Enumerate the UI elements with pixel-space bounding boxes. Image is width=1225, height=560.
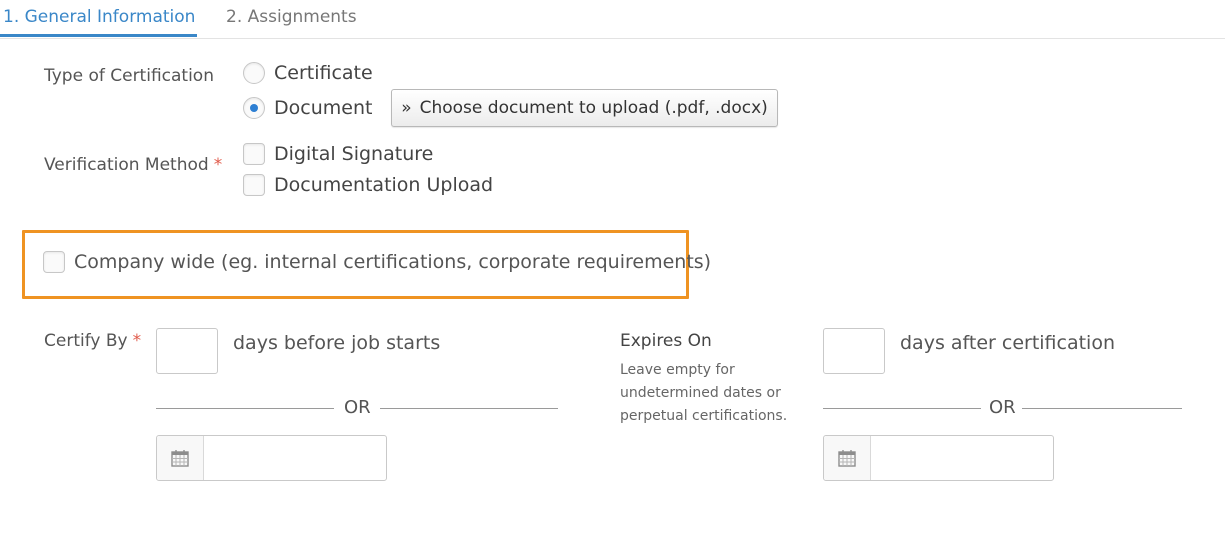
choose-document-upload-button[interactable]: » Choose document to upload (.pdf, .docx…	[391, 89, 778, 127]
certificate-radio[interactable]	[243, 62, 265, 84]
expires-on-help-line-3: perpetual certifications.	[620, 408, 788, 424]
document-radio[interactable]	[243, 97, 265, 119]
or-divider-line	[1022, 408, 1182, 409]
verification-method-label-text: Verification Method	[44, 155, 209, 175]
tab-bar: 1. General Information 2. Assignments	[0, 0, 1225, 39]
expires-on-days-suffix: days after certification	[900, 332, 1116, 354]
certify-by-label-text: Certify By	[44, 331, 128, 351]
digital-signature-label: Digital Signature	[274, 143, 434, 165]
expires-on-date-field[interactable]	[823, 435, 1054, 481]
company-wide-checkbox[interactable]	[43, 251, 65, 273]
verification-method-label: Verification Method *	[44, 155, 222, 175]
document-radio-label: Document	[274, 97, 373, 119]
certify-by-date-field[interactable]	[156, 435, 387, 481]
documentation-upload-checkbox[interactable]	[243, 174, 265, 196]
expires-on-help-line-2: undetermined dates or	[620, 385, 781, 401]
calendar-icon[interactable]	[157, 436, 204, 480]
digital-signature-checkbox[interactable]	[243, 143, 265, 165]
tab-general-information[interactable]: 1. General Information	[3, 7, 195, 27]
or-divider-line	[823, 408, 981, 409]
expires-on-help-line-1: Leave empty for	[620, 362, 735, 378]
or-divider-line	[380, 408, 558, 409]
expires-on-or-label: OR	[989, 397, 1016, 418]
certify-by-date-input[interactable]	[204, 436, 386, 480]
required-asterisk: *	[213, 155, 223, 175]
certify-by-label: Certify By *	[44, 331, 141, 351]
calendar-icon[interactable]	[824, 436, 871, 480]
tab-assignments[interactable]: 2. Assignments	[226, 7, 357, 27]
document-radio-option[interactable]: Document	[243, 95, 372, 121]
expires-on-date-input[interactable]	[871, 436, 1053, 480]
expires-on-label: Expires On	[620, 331, 712, 351]
active-tab-indicator	[0, 34, 197, 37]
expires-on-days-input[interactable]	[823, 328, 885, 374]
company-wide-option[interactable]: Company wide (eg. internal certification…	[43, 249, 711, 275]
certify-by-or-label: OR	[344, 397, 371, 418]
digital-signature-option[interactable]: Digital Signature	[243, 141, 433, 167]
certify-by-days-suffix: days before job starts	[233, 332, 441, 354]
certify-by-days-input[interactable]	[156, 328, 218, 374]
upload-button-label: Choose document to upload (.pdf, .docx)	[419, 98, 768, 118]
or-divider-line	[156, 408, 334, 409]
documentation-upload-option[interactable]: Documentation Upload	[243, 172, 493, 198]
company-wide-label: Company wide (eg. internal certification…	[74, 251, 712, 273]
certificate-radio-option[interactable]: Certificate	[243, 60, 373, 86]
double-chevron-right-icon: »	[401, 98, 412, 118]
type-of-certification-label: Type of Certification	[44, 66, 214, 86]
certificate-radio-label: Certificate	[274, 62, 373, 84]
documentation-upload-label: Documentation Upload	[274, 174, 494, 196]
required-asterisk: *	[132, 331, 142, 351]
